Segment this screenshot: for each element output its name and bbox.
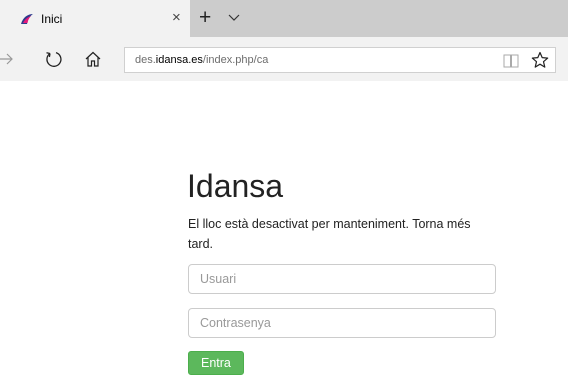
- tab-title: Inici: [41, 12, 63, 26]
- address-bar[interactable]: des.idansa.es/index.php/ca: [124, 47, 556, 73]
- page-title: Idansa: [187, 168, 284, 204]
- refresh-icon[interactable]: [45, 50, 63, 68]
- close-tab-icon[interactable]: ×: [172, 9, 181, 27]
- url-prefix: des.: [135, 54, 156, 66]
- book-icon[interactable]: [503, 53, 519, 68]
- tab-strip: Inici × +: [0, 0, 568, 37]
- username-input[interactable]: [188, 264, 496, 294]
- browser-tab[interactable]: Inici ×: [0, 0, 190, 37]
- star-icon[interactable]: [531, 51, 549, 69]
- new-tab-icon[interactable]: +: [199, 6, 211, 30]
- url-domain: idansa.es: [155, 54, 203, 66]
- password-input[interactable]: [188, 308, 496, 338]
- url-path: /index.php/ca: [202, 54, 269, 66]
- home-icon[interactable]: [84, 50, 102, 68]
- site-favicon-icon: [21, 14, 33, 24]
- maintenance-message: El lloc està desactivat per manteniment.…: [188, 217, 471, 251]
- chevron-down-icon[interactable]: [227, 10, 241, 24]
- login-button[interactable]: Entra: [188, 351, 244, 375]
- arrow-left-icon[interactable]: [0, 50, 13, 68]
- url-text[interactable]: des.idansa.es/index.php/ca: [135, 54, 268, 67]
